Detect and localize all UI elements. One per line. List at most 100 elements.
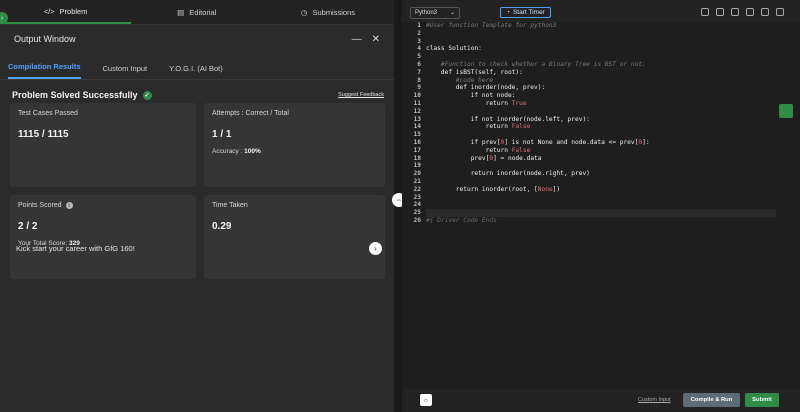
tab-submissions[interactable]: ◷ Submissions (262, 0, 393, 24)
code-line[interactable]: 8 #code here (417, 77, 776, 85)
chevron-right-icon[interactable]: › (369, 241, 382, 255)
code-line[interactable]: 17 return False (414, 146, 776, 155)
book-icon: ▤ (177, 7, 185, 17)
code-line[interactable]: 13 if not inorder(node.left, prev): (414, 116, 776, 124)
code-line[interactable]: 12 (414, 108, 776, 116)
attempts-card: Attempts : Correct / Total 1 / 1 Accurac… (204, 103, 385, 187)
file-icon[interactable] (731, 8, 739, 16)
status-message: Problem Solved Successfully ✓ (12, 90, 152, 100)
code-line[interactable]: 3 (417, 38, 776, 46)
code-token: def isBST(self, root): (426, 68, 523, 76)
code-icon: </> (43, 6, 55, 16)
code-token: def inorder(node, prev): (426, 84, 546, 92)
editor-footer: ☼ Custom Input Compile & Run Submit (402, 389, 800, 412)
code-line[interactable]: 1 #User function Template for python3 (417, 22, 776, 30)
info-icon[interactable]: i (65, 202, 73, 209)
start-timer-button[interactable]: ◔ Start Timer (500, 7, 551, 18)
code-token: #Function to check whether a Binary Tree… (426, 60, 646, 68)
tab-compilation-results[interactable]: Compilation Results (8, 62, 81, 79)
settings-icon[interactable] (746, 8, 754, 16)
tab-editorial[interactable]: ▤ Editorial (131, 0, 262, 24)
reset-icon[interactable] (761, 8, 769, 16)
custom-input-link[interactable]: Custom Input (638, 397, 671, 403)
editor-panel: Python3 ⌄ ◔ Start Timer 1 #User function … (402, 0, 800, 412)
code-token: if prev[ (426, 138, 501, 146)
line-number: 16 (413, 138, 421, 146)
line-number: 25 (413, 209, 421, 217)
line-number: 1 (417, 22, 421, 29)
line-number: 12 (413, 107, 421, 115)
time-taken-card: Time Taken 0.29 (204, 195, 385, 279)
line-number: 26 (413, 216, 421, 224)
code-token: return (426, 146, 512, 154)
chevron-down-icon: ⌄ (449, 10, 455, 16)
code-line[interactable]: 25 (414, 209, 776, 217)
compile-run-button[interactable]: Compile & Run (683, 393, 740, 407)
code-lines[interactable]: 1 #User function Template for python3 2 3 4 c… (414, 22, 776, 225)
code-token: if not node: (426, 92, 516, 100)
code-line[interactable]: 14 return False (414, 123, 776, 131)
career-banner[interactable]: Kick start your career with GfG 160! › (16, 241, 382, 255)
line-number: 8 (417, 76, 421, 84)
line-number: 10 (413, 92, 421, 100)
copy-icon[interactable] (701, 8, 709, 16)
output-window-header: Output Window — ✕ (0, 27, 394, 51)
submit-button[interactable]: Submit (745, 393, 779, 407)
minimize-icon[interactable]: — (352, 34, 362, 45)
line-number: 19 (413, 162, 421, 170)
language-select[interactable]: Python3 ⌄ (410, 6, 460, 19)
code-line[interactable]: 19 (414, 162, 776, 170)
code-line[interactable]: 23 (414, 194, 776, 202)
code-line[interactable]: 20 return inorder(node.right, prev) (414, 170, 776, 178)
code-token: return inorder(root, [ (426, 185, 538, 193)
code-line[interactable]: 4 class Solution: (417, 45, 776, 53)
chat-icon[interactable] (779, 104, 793, 118)
lightbulb-icon[interactable]: ☼ (420, 394, 432, 406)
line-number: 7 (417, 68, 421, 76)
attempts-value: 1 / 1 (212, 129, 232, 140)
close-icon[interactable]: ✕ (372, 34, 380, 45)
tab-custom-input[interactable]: Custom Input (103, 64, 148, 79)
points-value: 2 / 2 (18, 221, 38, 232)
code-line[interactable]: 15 (414, 131, 776, 139)
line-number: 11 (413, 99, 421, 107)
code-editor[interactable]: 1 #User function Template for python3 2 3 4 c… (402, 22, 800, 388)
code-line[interactable]: 6 #Function to check whether a Binary Tr… (417, 60, 776, 69)
code-line[interactable]: 9 def inorder(node, prev): (417, 84, 776, 92)
points-card: Points Scored i 2 / 2 Your Total Score: … (10, 195, 196, 279)
code-line[interactable]: 18 prev[0] = node.data (414, 154, 776, 163)
code-token: False (511, 146, 531, 154)
code-token: ] is not None and node.data <= prev[ (504, 138, 639, 146)
fullscreen-icon[interactable] (776, 8, 784, 16)
test-cases-card: Test Cases Passed 1115 / 1115 (10, 103, 196, 187)
code-line[interactable]: 16 if prev[0] is not None and node.data … (414, 138, 776, 147)
code-line[interactable]: 10 if not node: (414, 92, 776, 100)
line-number: 6 (417, 60, 421, 68)
line-number: 18 (413, 154, 421, 162)
code-token: None (537, 185, 553, 193)
code-line[interactable]: 7 def isBST(self, root): (417, 68, 776, 77)
output-window-title: Output Window (14, 34, 76, 44)
tab-yogi-ai-bot[interactable]: Y.O.G.I. (AI Bot) (169, 64, 223, 79)
line-number: 9 (417, 84, 421, 92)
clock-icon: ◷ (300, 7, 308, 17)
line-number: 3 (417, 37, 421, 45)
problem-panel: › </> Problem ▤ Editorial ◷ Submissions … (0, 0, 394, 412)
code-line[interactable]: 26 #{ Driver Code Ends (414, 217, 776, 225)
line-number: 22 (413, 185, 421, 193)
suggest-feedback-link[interactable]: Suggest Feedback (338, 92, 384, 98)
line-number: 20 (413, 170, 421, 178)
line-number: 23 (413, 193, 421, 201)
code-line[interactable]: 22 return inorder(root, [None]) (414, 185, 776, 194)
code-line[interactable]: 11 return True (414, 100, 776, 108)
code-token: prev[ (426, 154, 490, 162)
code-token: ]) (552, 185, 561, 193)
code-line[interactable]: 2 (417, 30, 776, 38)
check-circle-icon: ✓ (142, 90, 152, 100)
code-token: return (426, 123, 512, 131)
save-icon[interactable] (716, 8, 724, 16)
code-line[interactable]: 24 (414, 201, 776, 209)
code-line[interactable]: 21 (414, 178, 776, 186)
code-line[interactable]: 5 (417, 53, 776, 61)
tab-problem[interactable]: </> Problem (0, 0, 132, 24)
